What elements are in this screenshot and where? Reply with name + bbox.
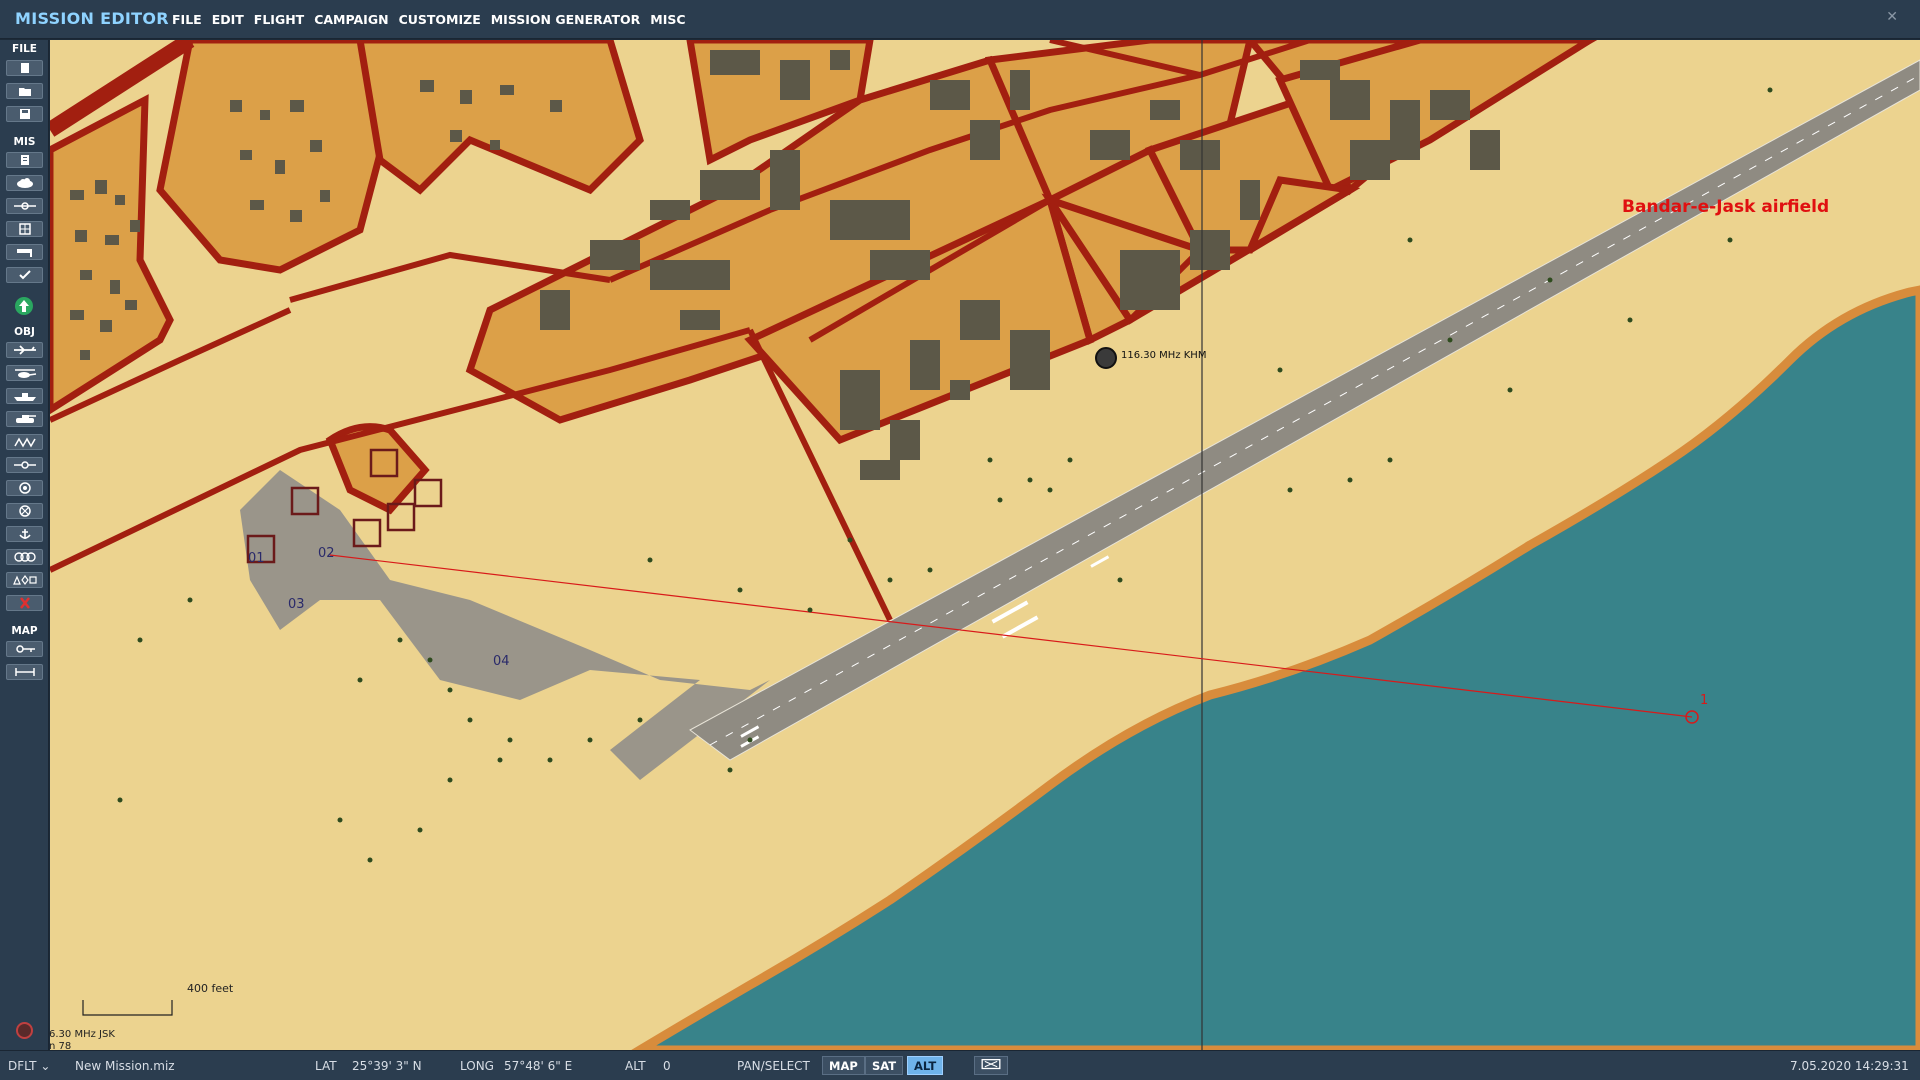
menu-edit[interactable]: EDIT [212,12,244,27]
airfield-name-label[interactable]: Bandar-e-Jask airfield [1622,197,1829,217]
alt-view-button[interactable]: ALT [907,1056,944,1075]
coalition-label: DFLT [8,1059,37,1073]
menu-misc[interactable]: MISC [650,12,685,27]
beacon-icon[interactable] [1095,347,1117,369]
lat-label: LAT [315,1059,337,1073]
briefing-clipboard-icon[interactable] [6,152,43,168]
section-label-mis: MIS [13,136,36,148]
long-value: 57°48' 6" E [504,1059,573,1073]
new-file-icon[interactable] [6,60,43,76]
corner-beacon-line1: 6.30 MHz JSK [49,1029,115,1040]
menu-flight[interactable]: FLIGHT [254,12,304,27]
app-title: MISSION EDITOR [15,9,169,28]
map-view-button[interactable]: MAP [822,1056,865,1075]
ship-anchor-icon[interactable] [6,526,43,542]
waypoint-line-icon[interactable] [6,457,43,473]
ruler-icon[interactable] [6,664,43,680]
weather-cloud-icon[interactable] [6,175,43,191]
parking-number: 02 [318,546,335,561]
sat-view-button[interactable]: SAT [865,1056,904,1075]
trigger-zone-icon[interactable] [6,480,43,496]
menu-campaign[interactable]: CAMPAIGN [314,12,388,27]
section-label-obj: OBJ [14,326,35,338]
top-menu-bar: MISSION EDITOR FILE EDIT FLIGHT CAMPAIGN… [0,0,1920,39]
left-toolbar: FILE MIS OBJ MAP [0,40,49,1050]
delete-x-icon[interactable] [6,595,43,611]
menu-file[interactable]: FILE [172,12,202,27]
ground-vehicle-icon[interactable] [6,411,43,427]
chevron-down-icon: ⌄ [40,1059,51,1073]
section-label-file: FILE [12,43,37,55]
mission-filename: New Mission.miz [75,1059,175,1073]
airfield-icon[interactable] [6,549,43,565]
check-icon[interactable] [6,267,43,283]
triggers-icon[interactable] [6,198,43,214]
menu-mission-generator[interactable]: MISSION GENERATOR [491,12,641,27]
datetime: 7.05.2020 14:29:31 [1790,1059,1909,1073]
status-bar: DFLT ⌄ New Mission.miz LAT 25°39' 3" N L… [0,1050,1920,1080]
scale-label: 400 feet [187,982,234,995]
green-up-arrow-icon[interactable] [15,297,33,315]
flag-icon[interactable] [6,244,43,260]
helicopter-icon[interactable] [6,365,43,381]
open-folder-icon[interactable] [6,83,43,99]
alt-label: ALT [625,1059,646,1073]
coalition-select[interactable]: DFLT ⌄ [8,1059,50,1073]
close-icon[interactable]: ✕ [1886,9,1898,25]
alt-value: 0 [663,1059,671,1073]
map-options-icon[interactable] [6,641,43,657]
main-menu: FILE EDIT FLIGHT CAMPAIGN CUSTOMIZE MISS… [172,12,696,27]
section-label-map: MAP [11,625,38,637]
menu-customize[interactable]: CUSTOMIZE [399,12,481,27]
map-settings-icon[interactable] [974,1056,1008,1075]
map-drawing [50,40,1920,1050]
beacon-frequency-label: 116.30 MHz KHM [1121,350,1207,361]
map-canvas[interactable]: Bandar-e-Jask airfield 116.30 MHz KHM 1 … [50,40,1920,1050]
template-shapes-icon[interactable] [6,572,43,588]
parking-number: 04 [493,654,510,669]
waypoint-number-label: 1 [1700,693,1709,708]
goals-target-icon[interactable] [6,221,43,237]
lat-value: 25°39' 3" N [352,1059,422,1073]
scale-bar [82,1000,173,1016]
ship-icon[interactable] [6,388,43,404]
long-label: LONG [460,1059,494,1073]
target-circle-icon[interactable] [6,503,43,519]
plane-icon[interactable] [6,342,43,358]
parking-number: 03 [288,597,305,612]
airfield-tarmac [240,470,770,780]
parking-number: 01 [248,551,265,566]
save-disk-icon[interactable] [6,106,43,122]
mode-label: PAN/SELECT [737,1059,810,1073]
coalition-flag-icon[interactable] [16,1022,33,1039]
static-object-icon[interactable] [6,434,43,450]
